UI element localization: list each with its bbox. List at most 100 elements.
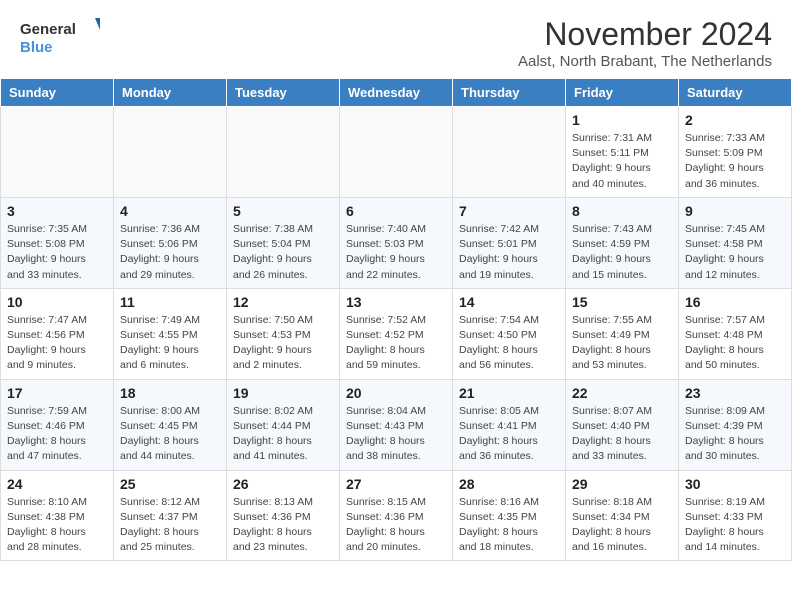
day-number: 6 bbox=[346, 203, 446, 219]
day-info: Sunrise: 7:43 AM Sunset: 4:59 PM Dayligh… bbox=[572, 222, 672, 283]
calendar-cell: 23 Sunrise: 8:09 AM Sunset: 4:39 PM Dayli… bbox=[679, 379, 792, 470]
day-number: 21 bbox=[459, 385, 559, 401]
day-info: Sunrise: 8:12 AM Sunset: 4:37 PM Dayligh… bbox=[120, 495, 220, 556]
day-info: Sunrise: 8:19 AM Sunset: 4:33 PM Dayligh… bbox=[685, 495, 785, 556]
day-number: 16 bbox=[685, 294, 785, 310]
day-info: Sunrise: 7:50 AM Sunset: 4:53 PM Dayligh… bbox=[233, 313, 333, 374]
calendar-cell: 6 Sunrise: 7:40 AM Sunset: 5:03 PM Daylig… bbox=[340, 197, 453, 288]
calendar-week-0: 1 Sunrise: 7:31 AM Sunset: 5:11 PM Daylig… bbox=[1, 107, 792, 198]
day-info: Sunrise: 7:55 AM Sunset: 4:49 PM Dayligh… bbox=[572, 313, 672, 374]
day-info: Sunrise: 8:07 AM Sunset: 4:40 PM Dayligh… bbox=[572, 404, 672, 465]
calendar-cell: 25 Sunrise: 8:12 AM Sunset: 4:37 PM Dayli… bbox=[114, 470, 227, 561]
calendar-cell: 21 Sunrise: 8:05 AM Sunset: 4:41 PM Dayli… bbox=[453, 379, 566, 470]
day-header-thursday: Thursday bbox=[453, 79, 566, 107]
day-number: 29 bbox=[572, 476, 672, 492]
day-header-wednesday: Wednesday bbox=[340, 79, 453, 107]
day-number: 2 bbox=[685, 112, 785, 128]
day-number: 27 bbox=[346, 476, 446, 492]
day-number: 20 bbox=[346, 385, 446, 401]
day-header-tuesday: Tuesday bbox=[227, 79, 340, 107]
calendar-cell: 12 Sunrise: 7:50 AM Sunset: 4:53 PM Dayli… bbox=[227, 288, 340, 379]
calendar-week-1: 3Sunrise: 7:35 AM Sunset: 5:08 PM Daylig… bbox=[1, 197, 792, 288]
day-number: 10 bbox=[7, 294, 107, 310]
calendar-week-2: 10 Sunrise: 7:47 AM Sunset: 4:56 PM Dayli… bbox=[1, 288, 792, 379]
calendar-cell: 10 Sunrise: 7:47 AM Sunset: 4:56 PM Dayli… bbox=[1, 288, 114, 379]
calendar-cell: 2 Sunrise: 7:33 AM Sunset: 5:09 PM Daylig… bbox=[679, 107, 792, 198]
calendar-cell: 16 Sunrise: 7:57 AM Sunset: 4:48 PM Dayli… bbox=[679, 288, 792, 379]
calendar-cell: 29 Sunrise: 8:18 AM Sunset: 4:34 PM Dayli… bbox=[566, 470, 679, 561]
calendar-cell: 22 Sunrise: 8:07 AM Sunset: 4:40 PM Dayli… bbox=[566, 379, 679, 470]
day-number: 8 bbox=[572, 203, 672, 219]
calendar-cell: 14Sunrise: 7:54 AM Sunset: 4:50 PM Dayli… bbox=[453, 288, 566, 379]
calendar: SundayMondayTuesdayWednesdayThursdayFrid… bbox=[0, 78, 792, 561]
calendar-cell: 19 Sunrise: 8:02 AM Sunset: 4:44 PM Dayli… bbox=[227, 379, 340, 470]
calendar-cell: 27Sunrise: 8:15 AM Sunset: 4:36 PM Dayli… bbox=[340, 470, 453, 561]
calendar-cell: 4 Sunrise: 7:36 AM Sunset: 5:06 PM Daylig… bbox=[114, 197, 227, 288]
calendar-cell bbox=[1, 107, 114, 198]
day-header-friday: Friday bbox=[566, 79, 679, 107]
calendar-cell: 18 Sunrise: 8:00 AM Sunset: 4:45 PM Dayli… bbox=[114, 379, 227, 470]
day-header-saturday: Saturday bbox=[679, 79, 792, 107]
calendar-cell: 1 Sunrise: 7:31 AM Sunset: 5:11 PM Daylig… bbox=[566, 107, 679, 198]
day-header-sunday: Sunday bbox=[1, 79, 114, 107]
day-info: Sunrise: 7:33 AM Sunset: 5:09 PM Dayligh… bbox=[685, 131, 785, 192]
day-number: 7 bbox=[459, 203, 559, 219]
month-title: November 2024 bbox=[518, 16, 772, 53]
day-number: 24 bbox=[7, 476, 107, 492]
title-block: November 2024 Aalst, North Brabant, The … bbox=[518, 16, 772, 70]
calendar-week-4: 24Sunrise: 8:10 AM Sunset: 4:38 PM Dayli… bbox=[1, 470, 792, 561]
calendar-cell: 9 Sunrise: 7:45 AM Sunset: 4:58 PM Daylig… bbox=[679, 197, 792, 288]
day-number: 1 bbox=[572, 112, 672, 128]
day-number: 11 bbox=[120, 294, 220, 310]
calendar-cell: 7 Sunrise: 7:42 AM Sunset: 5:01 PM Daylig… bbox=[453, 197, 566, 288]
day-number: 18 bbox=[120, 385, 220, 401]
day-info: Sunrise: 7:52 AM Sunset: 4:52 PM Dayligh… bbox=[346, 313, 446, 374]
day-info: Sunrise: 8:18 AM Sunset: 4:34 PM Dayligh… bbox=[572, 495, 672, 556]
day-number: 15 bbox=[572, 294, 672, 310]
day-info: Sunrise: 8:00 AM Sunset: 4:45 PM Dayligh… bbox=[120, 404, 220, 465]
day-number: 30 bbox=[685, 476, 785, 492]
day-number: 3 bbox=[7, 203, 107, 219]
calendar-week-3: 17Sunrise: 7:59 AM Sunset: 4:46 PM Dayli… bbox=[1, 379, 792, 470]
day-info: Sunrise: 7:31 AM Sunset: 5:11 PM Dayligh… bbox=[572, 131, 672, 192]
day-info: Sunrise: 7:57 AM Sunset: 4:48 PM Dayligh… bbox=[685, 313, 785, 374]
location: Aalst, North Brabant, The Netherlands bbox=[518, 53, 772, 70]
day-number: 25 bbox=[120, 476, 220, 492]
day-info: Sunrise: 8:16 AM Sunset: 4:35 PM Dayligh… bbox=[459, 495, 559, 556]
calendar-cell: 20 Sunrise: 8:04 AM Sunset: 4:43 PM Dayli… bbox=[340, 379, 453, 470]
calendar-cell bbox=[340, 107, 453, 198]
day-info: Sunrise: 7:40 AM Sunset: 5:03 PM Dayligh… bbox=[346, 222, 446, 283]
calendar-cell: 3Sunrise: 7:35 AM Sunset: 5:08 PM Daylig… bbox=[1, 197, 114, 288]
day-number: 13 bbox=[346, 294, 446, 310]
day-number: 19 bbox=[233, 385, 333, 401]
day-header-monday: Monday bbox=[114, 79, 227, 107]
calendar-cell: 5Sunrise: 7:38 AM Sunset: 5:04 PM Daylig… bbox=[227, 197, 340, 288]
day-info: Sunrise: 8:02 AM Sunset: 4:44 PM Dayligh… bbox=[233, 404, 333, 465]
day-info: Sunrise: 7:59 AM Sunset: 4:46 PM Dayligh… bbox=[7, 404, 107, 465]
day-info: Sunrise: 8:04 AM Sunset: 4:43 PM Dayligh… bbox=[346, 404, 446, 465]
calendar-cell: 30 Sunrise: 8:19 AM Sunset: 4:33 PM Dayli… bbox=[679, 470, 792, 561]
calendar-cell: 11 Sunrise: 7:49 AM Sunset: 4:55 PM Dayli… bbox=[114, 288, 227, 379]
calendar-cell: 28Sunrise: 8:16 AM Sunset: 4:35 PM Dayli… bbox=[453, 470, 566, 561]
calendar-cell: 24Sunrise: 8:10 AM Sunset: 4:38 PM Dayli… bbox=[1, 470, 114, 561]
day-info: Sunrise: 7:49 AM Sunset: 4:55 PM Dayligh… bbox=[120, 313, 220, 374]
day-info: Sunrise: 8:05 AM Sunset: 4:41 PM Dayligh… bbox=[459, 404, 559, 465]
day-number: 12 bbox=[233, 294, 333, 310]
day-info: Sunrise: 7:36 AM Sunset: 5:06 PM Dayligh… bbox=[120, 222, 220, 283]
day-info: Sunrise: 7:42 AM Sunset: 5:01 PM Dayligh… bbox=[459, 222, 559, 283]
day-number: 26 bbox=[233, 476, 333, 492]
day-number: 9 bbox=[685, 203, 785, 219]
calendar-cell: 15 Sunrise: 7:55 AM Sunset: 4:49 PM Dayli… bbox=[566, 288, 679, 379]
day-number: 22 bbox=[572, 385, 672, 401]
day-number: 5 bbox=[233, 203, 333, 219]
day-number: 23 bbox=[685, 385, 785, 401]
calendar-cell bbox=[453, 107, 566, 198]
day-info: Sunrise: 7:45 AM Sunset: 4:58 PM Dayligh… bbox=[685, 222, 785, 283]
day-info: Sunrise: 8:09 AM Sunset: 4:39 PM Dayligh… bbox=[685, 404, 785, 465]
day-number: 4 bbox=[120, 203, 220, 219]
day-info: Sunrise: 7:47 AM Sunset: 4:56 PM Dayligh… bbox=[7, 313, 107, 374]
calendar-cell: 17Sunrise: 7:59 AM Sunset: 4:46 PM Dayli… bbox=[1, 379, 114, 470]
svg-text:Blue: Blue bbox=[20, 39, 53, 56]
logo: General Blue bbox=[20, 16, 100, 61]
calendar-cell bbox=[114, 107, 227, 198]
